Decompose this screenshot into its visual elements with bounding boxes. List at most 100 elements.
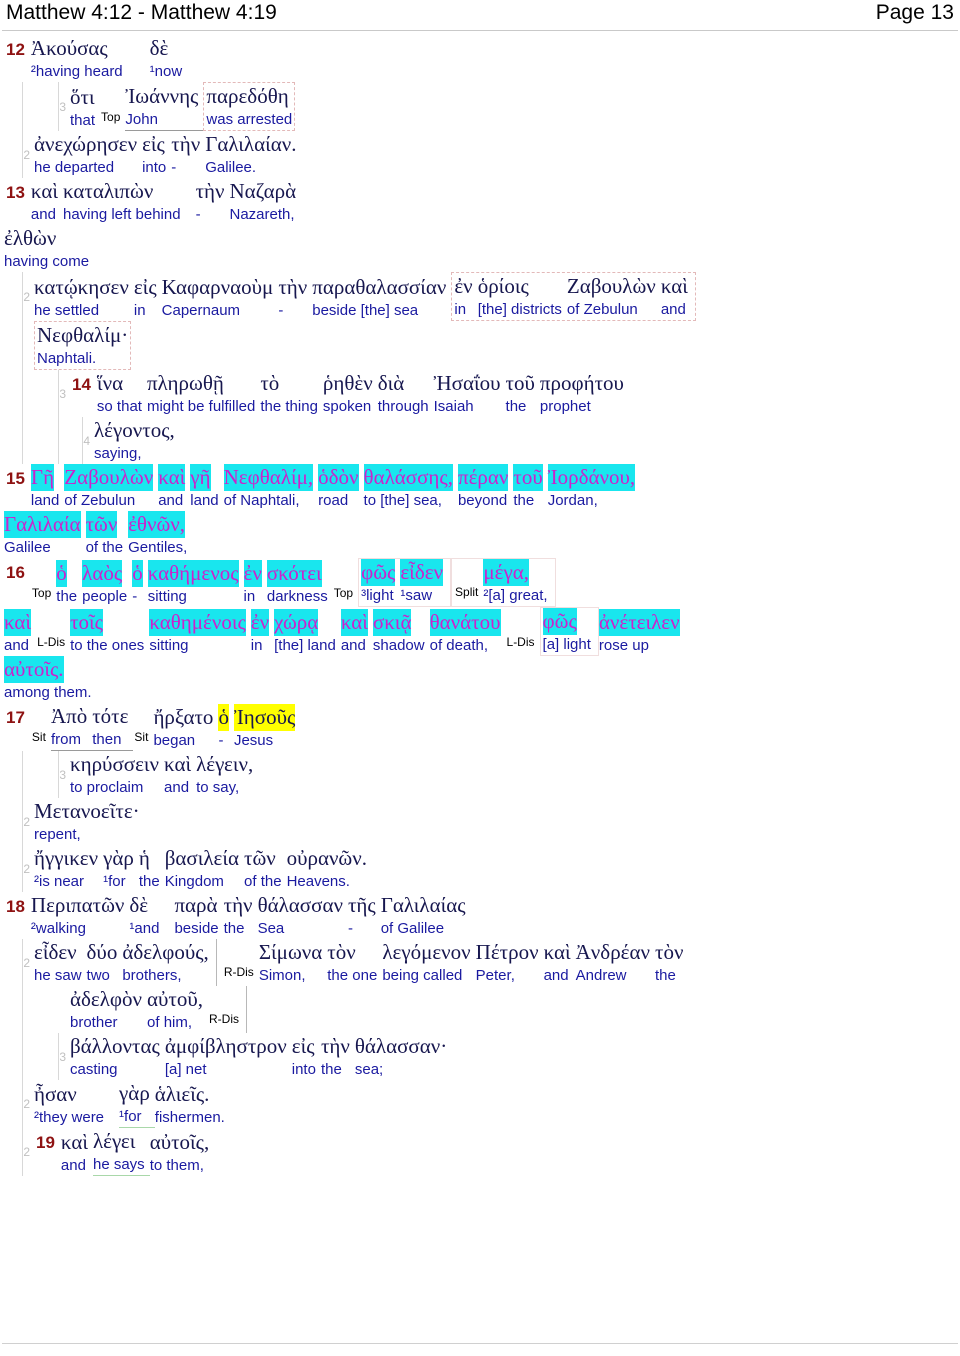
word-pair[interactable]: ἵνα so that — [97, 370, 147, 417]
word-pair[interactable]: Ἀκούσας ²having heard — [31, 35, 128, 82]
word-pair[interactable]: Περιπατῶν ²walking — [31, 892, 129, 939]
word-pair[interactable]: Γαλιλαία Galilee — [4, 511, 86, 558]
word-pair[interactable]: Ἰορδάνου, Jordan, — [547, 464, 640, 511]
word-pair[interactable]: τὸν the one — [327, 939, 382, 986]
word-pair[interactable]: τοῦ the — [506, 370, 540, 417]
word-pair[interactable]: ἐν in — [454, 273, 477, 320]
word-pair[interactable]: Νεφθαλίμ, of Naphtali, — [223, 464, 319, 511]
word-pair[interactable]: εἶδεν ¹saw — [400, 559, 448, 606]
word-pair[interactable]: καὶ and — [661, 273, 693, 320]
word-pair[interactable]: Ἰωάννης John — [125, 83, 204, 131]
word-pair[interactable]: ἀμφίβληστρον [a] net — [165, 1033, 292, 1080]
word-pair[interactable]: χώρᾳ [the] land — [274, 609, 341, 656]
word-pair[interactable]: ἐν in — [250, 609, 274, 656]
word-pair[interactable]: ἁλιεῖς. fishermen. — [155, 1081, 230, 1128]
word-pair[interactable]: τὴν - — [196, 178, 230, 225]
word-pair[interactable]: ἐν in — [243, 560, 267, 607]
word-pair[interactable]: Ἠσαΐου Isaiah — [434, 370, 506, 417]
word-pair[interactable]: ὁ the — [56, 560, 82, 607]
word-pair[interactable]: λεγόμενον being called — [382, 939, 475, 986]
word-pair[interactable]: παρεδόθη was arrested — [203, 82, 296, 131]
word-pair[interactable]: πληρωθῇ might be fulfilled — [147, 370, 260, 417]
word-pair[interactable]: εἰς into — [292, 1033, 321, 1080]
word-pair[interactable]: ὁδὸν road — [318, 464, 363, 511]
word-pair[interactable]: Ἀνδρέαν Andrew — [576, 939, 655, 986]
word-pair[interactable]: γῆ land — [190, 464, 223, 511]
word-pair[interactable]: εἰς into — [142, 131, 171, 178]
word-pair[interactable]: λέγοντος, saying, — [94, 417, 180, 464]
word-pair[interactable]: τὸ the thing — [260, 370, 323, 417]
word-pair[interactable]: καὶ and — [31, 178, 63, 225]
verse-number[interactable]: 15 — [4, 464, 31, 494]
word-pair[interactable]: λέγειν, to say, — [196, 751, 258, 798]
word-pair[interactable]: ἡ the — [139, 845, 165, 892]
word-pair[interactable]: λέγει he says — [92, 1128, 150, 1176]
word-pair[interactable]: προφήτου prophet — [540, 370, 629, 417]
word-pair[interactable]: Γῆ land — [30, 464, 64, 511]
word-pair[interactable]: δύο two — [87, 939, 123, 986]
word-pair[interactable]: λαὸς people — [82, 560, 132, 607]
word-pair[interactable]: σκότει darkness — [266, 560, 333, 607]
word-pair[interactable]: τῆς - — [348, 892, 381, 939]
word-pair[interactable]: αὐτοῖς. among them. — [4, 656, 97, 703]
word-pair[interactable]: κηρύσσειν to proclaim — [70, 751, 164, 798]
verse-number[interactable]: 13 — [4, 178, 31, 208]
word-pair[interactable]: ἀνέτειλεν rose up — [598, 609, 685, 656]
word-pair[interactable]: ὁ - — [218, 704, 234, 751]
verse-number[interactable]: 14 — [70, 370, 97, 400]
word-pair[interactable]: καθημένοις sitting — [149, 609, 250, 656]
word-pair[interactable]: αὐτοῦ, of him, — [147, 986, 208, 1033]
word-pair[interactable]: ἀδελφούς, brothers, — [122, 939, 213, 986]
word-pair[interactable]: ὅτι that — [70, 84, 100, 131]
word-pair[interactable]: πέραν beyond — [457, 464, 513, 511]
word-pair[interactable]: καὶ and — [340, 609, 373, 656]
word-pair[interactable]: εἰς in — [134, 274, 162, 321]
word-pair[interactable]: ἐθνῶν, Gentiles, — [128, 511, 192, 558]
word-pair[interactable]: καὶ and — [544, 939, 576, 986]
word-pair[interactable]: αὐτοῖς, to them, — [150, 1129, 215, 1176]
word-pair[interactable]: οὐρανῶν. Heavens. — [287, 845, 372, 892]
word-pair[interactable]: καὶ and — [61, 1129, 93, 1176]
word-pair[interactable]: σκιᾷ shadow — [372, 609, 430, 656]
word-pair[interactable]: τὴν the — [224, 892, 258, 939]
word-pair[interactable]: ὁρίοις [the] districts — [478, 273, 567, 320]
word-pair[interactable]: Ἀπὸ from — [50, 703, 93, 751]
word-pair[interactable]: Ἰησοῦς Jesus — [233, 704, 300, 751]
word-pair[interactable]: ἀδελφὸν brother — [70, 986, 147, 1033]
word-pair[interactable]: ἐλθὼν having come — [4, 225, 94, 272]
word-pair[interactable]: Ζαβουλὼν of Zebulun — [64, 464, 158, 511]
word-pair[interactable]: τοῖς to the ones — [70, 609, 149, 656]
word-pair[interactable]: καὶ and — [164, 751, 196, 798]
word-pair[interactable]: μέγα, ²[a] great, — [483, 559, 552, 606]
word-pair[interactable]: Σίμωνα Simon, — [259, 939, 327, 986]
verse-number[interactable]: 16 — [4, 558, 31, 588]
word-pair[interactable]: καὶ and — [158, 464, 190, 511]
word-pair[interactable]: δὲ ¹now — [150, 35, 188, 82]
word-pair[interactable]: γὰρ ¹for — [119, 1080, 155, 1128]
word-pair[interactable]: τὴν - — [278, 274, 312, 321]
word-pair[interactable]: θάλασσαν Sea — [258, 892, 348, 939]
word-pair[interactable]: ἤγγικεν ²is near — [34, 845, 103, 892]
word-pair[interactable]: τῶν of the — [85, 511, 129, 558]
word-pair[interactable]: θάλασσαν· sea; — [355, 1033, 452, 1080]
word-pair[interactable]: ἀνεχώρησεν he departed — [34, 131, 142, 178]
word-pair[interactable]: φῶς ³light — [361, 559, 400, 606]
word-pair[interactable]: τότε then — [92, 703, 134, 751]
word-pair[interactable]: Γαλιλαίας of Galilee — [381, 892, 471, 939]
word-pair[interactable]: ἦσαν ²they were — [34, 1081, 109, 1128]
word-pair[interactable]: διὰ through — [378, 370, 434, 417]
word-pair[interactable]: ἤρξατο began — [153, 704, 218, 751]
word-pair[interactable]: βασιλεία Kingdom — [165, 845, 244, 892]
word-pair[interactable]: εἶδεν he saw — [34, 939, 87, 986]
word-pair[interactable]: τοῦ the — [513, 464, 547, 511]
word-pair[interactable]: γὰρ ¹for — [103, 845, 139, 892]
word-pair[interactable]: ὁ - — [132, 560, 148, 607]
verse-number[interactable]: 19 — [34, 1128, 61, 1158]
word-pair[interactable]: Καφαρναοὺμ Capernaum — [162, 274, 279, 321]
verse-number[interactable]: 12 — [4, 35, 31, 65]
word-pair[interactable]: ῥηθὲν spoken — [323, 370, 378, 417]
word-pair[interactable]: Γαλιλαίαν. Galilee. — [205, 131, 301, 178]
word-pair[interactable]: τὸν the — [655, 939, 688, 986]
word-pair[interactable]: Ζαβουλὼν of Zebulun — [567, 273, 661, 320]
word-pair[interactable]: παραθαλασσίαν beside [the] sea — [312, 274, 451, 321]
